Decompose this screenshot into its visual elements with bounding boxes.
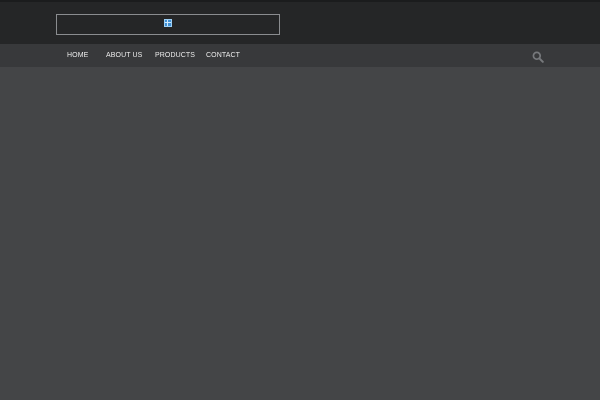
main-content (0, 67, 600, 400)
search-icon[interactable] (532, 50, 544, 63)
nav-item-about-us[interactable]: ABOUT US (106, 44, 142, 67)
nav-item-products[interactable]: PRODUCTS (155, 44, 195, 67)
broken-image-icon (164, 19, 172, 27)
nav-item-home[interactable]: HOME (67, 44, 88, 67)
site-header (0, 2, 600, 44)
logo-link[interactable] (56, 14, 280, 35)
nav-item-contact[interactable]: CONTACT (206, 44, 240, 67)
main-nav: HOME ABOUT US PRODUCTS CONTACT (0, 44, 600, 67)
